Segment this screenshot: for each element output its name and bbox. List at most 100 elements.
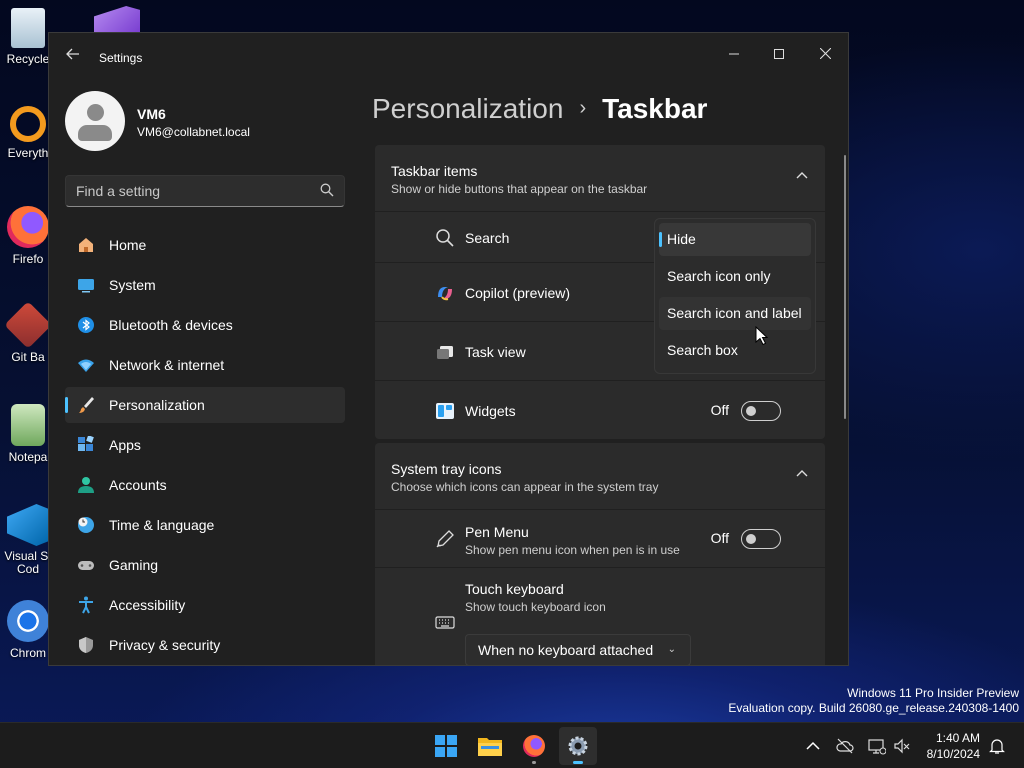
window-title: Settings bbox=[99, 51, 143, 65]
row-label: Search bbox=[465, 230, 510, 246]
sidebar-item-network[interactable]: Network & internet bbox=[65, 347, 345, 383]
row-label: Widgets bbox=[465, 403, 516, 419]
sidebar-item-system[interactable]: System bbox=[65, 267, 345, 303]
toggle-state-label: Off bbox=[710, 530, 729, 546]
pen-menu-toggle[interactable] bbox=[741, 529, 781, 549]
bluetooth-icon bbox=[78, 317, 94, 333]
network-icon bbox=[78, 359, 94, 372]
everything-icon bbox=[10, 106, 46, 142]
search-icon[interactable] bbox=[320, 183, 334, 197]
sidebar-item-privacy-security[interactable]: Privacy & security bbox=[65, 627, 345, 663]
start-button[interactable] bbox=[427, 727, 465, 765]
system-tray-header[interactable]: System tray icons Choose which icons can… bbox=[375, 443, 825, 509]
sidebar-item-label: Gaming bbox=[109, 557, 159, 573]
network-icon[interactable] bbox=[868, 737, 886, 755]
shield-icon bbox=[79, 637, 93, 653]
group-title: Taskbar items bbox=[391, 163, 478, 179]
keyboard-icon bbox=[435, 616, 455, 629]
sidebar-item-bluetooth[interactable]: Bluetooth & devices bbox=[65, 307, 345, 343]
minimize-button[interactable] bbox=[712, 39, 756, 69]
file-explorer-button[interactable] bbox=[471, 727, 509, 765]
accounts-icon bbox=[78, 477, 94, 493]
avatar[interactable] bbox=[65, 91, 125, 151]
cloud-off-icon[interactable] bbox=[836, 737, 854, 755]
watermark-line-1: Windows 11 Pro Insider Preview bbox=[847, 686, 1019, 700]
search-input[interactable] bbox=[66, 176, 306, 206]
group-subtitle: Choose which icons can appear in the sys… bbox=[391, 480, 659, 494]
close-button[interactable] bbox=[803, 39, 847, 69]
copilot-icon bbox=[438, 287, 452, 301]
sidebar-item-accounts[interactable]: Accounts bbox=[65, 467, 345, 503]
accessibility-icon bbox=[79, 596, 93, 614]
evaluation-watermark: Windows 11 Pro Insider Preview Evaluatio… bbox=[728, 686, 1019, 716]
sidebar-item-personalization[interactable]: Personalization bbox=[65, 387, 345, 423]
git-bash-icon bbox=[4, 301, 52, 349]
notepad-icon bbox=[11, 404, 45, 446]
clock-time: 1:40 AM bbox=[935, 731, 980, 745]
dropdown-option-search-box[interactable]: Search box bbox=[659, 334, 811, 367]
pen-menu-toggle-wrap: Off bbox=[711, 529, 781, 549]
avatar-head bbox=[87, 104, 104, 121]
toggle-state-label: Off bbox=[710, 402, 729, 418]
search-icon bbox=[436, 229, 454, 247]
dropdown-option-search-icon-and-label[interactable]: Search icon and label bbox=[659, 297, 811, 330]
firefox-icon bbox=[7, 206, 49, 248]
sidebar-item-label: Apps bbox=[109, 437, 141, 453]
sidebar-item-label: Network & internet bbox=[109, 357, 225, 373]
touch-keyboard-dropdown[interactable]: When no keyboard attached ⌄ bbox=[465, 634, 691, 665]
chevron-up-icon[interactable] bbox=[804, 737, 822, 755]
brush-icon bbox=[79, 397, 94, 413]
settings-gear-icon bbox=[568, 736, 588, 756]
sidebar-item-time-language[interactable]: Time & language bbox=[65, 507, 345, 543]
dropdown-option-search-icon-only[interactable]: Search icon only bbox=[659, 260, 811, 293]
settings-taskbar-button[interactable] bbox=[559, 727, 597, 765]
breadcrumb: Personalization › Taskbar bbox=[372, 93, 707, 125]
desktop-icon-visual-studio[interactable] bbox=[94, 6, 142, 32]
sidebar-item-label: Privacy & security bbox=[109, 637, 221, 653]
find-setting-box[interactable] bbox=[65, 175, 345, 207]
row-sublabel: Show pen menu icon when pen is in use bbox=[465, 543, 680, 557]
chevron-up-icon[interactable] bbox=[795, 467, 809, 481]
group-subtitle: Show or hide buttons that appear on the … bbox=[391, 182, 648, 196]
chevron-down-icon: ⌄ bbox=[667, 644, 676, 655]
search-options-dropdown: Hide Search icon only Search icon and la… bbox=[654, 218, 816, 374]
breadcrumb-parent[interactable]: Personalization bbox=[372, 93, 563, 124]
windows-start-icon bbox=[435, 735, 457, 757]
row-sublabel: Show touch keyboard icon bbox=[465, 600, 606, 614]
sidebar-item-label: Home bbox=[109, 237, 147, 253]
volume-muted-icon[interactable] bbox=[893, 737, 911, 755]
row-label: Copilot (preview) bbox=[465, 285, 571, 301]
pen-icon bbox=[436, 530, 454, 548]
chevron-up-icon[interactable] bbox=[795, 169, 809, 183]
notification-bell-icon[interactable] bbox=[988, 737, 1006, 755]
back-button[interactable] bbox=[63, 47, 83, 67]
clock[interactable]: 1:40 AM 8/10/2024 bbox=[927, 730, 980, 762]
widgets-toggle[interactable] bbox=[741, 401, 781, 421]
close-icon bbox=[819, 47, 831, 60]
sidebar-item-accessibility[interactable]: Accessibility bbox=[65, 587, 345, 623]
touch-keyboard-row: Touch keyboard Show touch keyboard icon … bbox=[375, 567, 825, 665]
sidebar-item-label: Bluetooth & devices bbox=[109, 317, 233, 333]
recycle-bin-icon bbox=[11, 8, 45, 48]
row-label: Touch keyboard bbox=[465, 581, 564, 597]
breadcrumb-separator: › bbox=[579, 97, 587, 119]
sidebar-item-apps[interactable]: Apps bbox=[65, 427, 345, 463]
firefox-icon bbox=[523, 735, 545, 757]
sidebar-item-home[interactable]: Home bbox=[65, 227, 345, 263]
maximize-button[interactable] bbox=[757, 39, 801, 69]
maximize-icon bbox=[774, 49, 784, 59]
taskbar-items-header[interactable]: Taskbar items Show or hide buttons that … bbox=[375, 145, 825, 211]
sidebar-item-gaming[interactable]: Gaming bbox=[65, 547, 345, 583]
dropdown-option-hide[interactable]: Hide bbox=[659, 223, 811, 256]
row-label: Task view bbox=[465, 344, 526, 360]
user-email: VM6@collabnet.local bbox=[137, 125, 250, 139]
user-name: VM6 bbox=[137, 106, 166, 122]
dropdown-value: When no keyboard attached bbox=[478, 642, 654, 658]
apps-icon bbox=[78, 436, 94, 451]
visual-studio-icon bbox=[94, 6, 140, 32]
firefox-taskbar-button[interactable] bbox=[515, 727, 553, 765]
clock-globe-icon bbox=[78, 517, 94, 533]
clock-date: 8/10/2024 bbox=[926, 747, 980, 761]
group-title: System tray icons bbox=[391, 461, 502, 477]
scrollbar[interactable] bbox=[844, 155, 846, 419]
